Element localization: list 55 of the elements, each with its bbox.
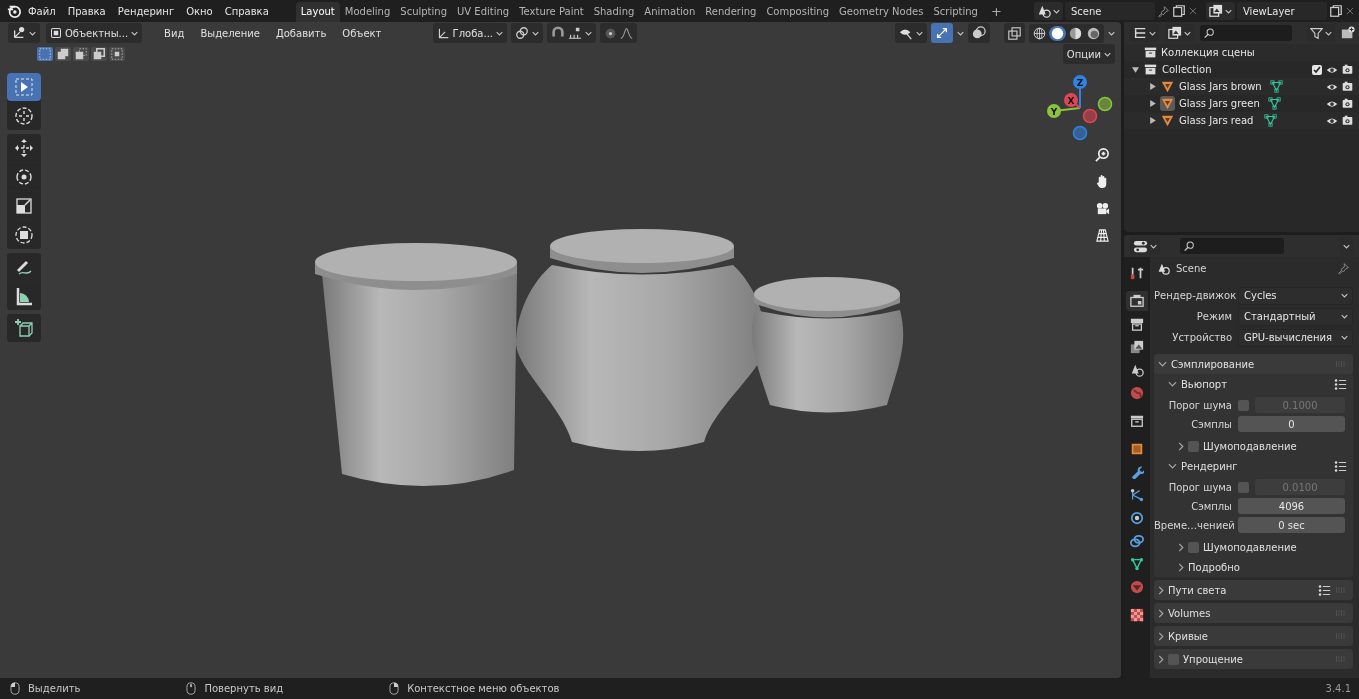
outliner-item[interactable]: Glass Jars green [1179,98,1260,109]
dropdown[interactable]: GPU-вычисления [1238,328,1353,347]
menu-item[interactable]: Окно [181,2,218,20]
outliner-item[interactable]: Glass Jars brown [1179,81,1262,92]
workspace-tab[interactable]: Sculpting [395,2,452,22]
options-dropdown[interactable]: Опции [1062,44,1115,64]
panel-header[interactable]: Кривые [1154,626,1353,646]
number-field[interactable]: 0 [1238,416,1345,432]
axis-button[interactable]: X [1064,93,1081,109]
panel-header[interactable]: Пути света [1154,580,1353,600]
number-field[interactable]: 4096 [1238,498,1345,514]
field-label: Време…ченией [1154,519,1232,531]
dropdown[interactable]: Cycles [1238,286,1353,305]
menu-item[interactable]: Выделение [194,25,266,41]
panel-header[interactable]: Volumes [1154,603,1353,623]
version-label: 3.4.1 [1325,683,1351,694]
workspace-tab[interactable]: Modeling [339,2,396,22]
workspace-tab[interactable]: Compositing [761,2,835,22]
view-layer-field[interactable]: ViewLayer [1237,2,1327,20]
field-label: Сэмплы [1190,500,1232,512]
orientation-dropdown[interactable]: Глоба... [432,23,507,43]
menu-item[interactable]: Справка [219,2,274,20]
outliner-item[interactable]: Glass Jars read [1179,115,1254,126]
dropdown[interactable]: Стандартный [1238,307,1353,326]
menu-item[interactable]: Файл [23,2,61,20]
status-hint: Контекстное меню объектов [407,683,560,694]
workspace-tab[interactable]: Shading [588,2,640,22]
workspace-tab[interactable]: Animation [639,2,701,22]
field-label: Порог шума [1167,399,1232,411]
workspace-tab[interactable]: Texture Paint [514,2,589,22]
menu-item[interactable]: Вид [158,25,191,41]
outliner-item[interactable]: Коллекция сцены [1161,47,1255,58]
menu-item[interactable]: Правка [62,2,111,20]
menu-item[interactable]: Объект [336,25,388,41]
context-label: Scene [1176,262,1207,274]
scene-field[interactable]: Scene [1065,2,1155,20]
mode-dropdown[interactable]: Объектны... [46,23,143,43]
field-label: Устройство [1171,332,1232,343]
menu-item[interactable]: Рендеринг [112,2,180,20]
status-hint: Повернуть вид [204,683,284,694]
workspace-tab[interactable]: Rendering [700,2,762,22]
workspace-tab[interactable]: UV Editing [452,2,515,22]
workspace-tab[interactable]: Scripting [928,2,983,22]
number-field[interactable]: 0 sec [1238,517,1345,533]
panel-header[interactable]: Упрощение [1154,649,1353,669]
panel-header[interactable]: Сэмплирование [1154,354,1353,374]
workspace-tab[interactable]: Layout [295,2,340,22]
menu-item[interactable]: Добавить [269,25,333,41]
status-hint: Выделить [28,683,81,694]
field-label: Порог шума [1167,481,1232,493]
add-workspace-button[interactable]: + [984,3,1008,19]
field-label: Режим [1195,311,1232,322]
workspace-tab[interactable]: Geometry Nodes [834,2,929,22]
outliner-item[interactable]: Collection [1162,64,1212,75]
field-label: Сэмплы [1190,418,1232,430]
